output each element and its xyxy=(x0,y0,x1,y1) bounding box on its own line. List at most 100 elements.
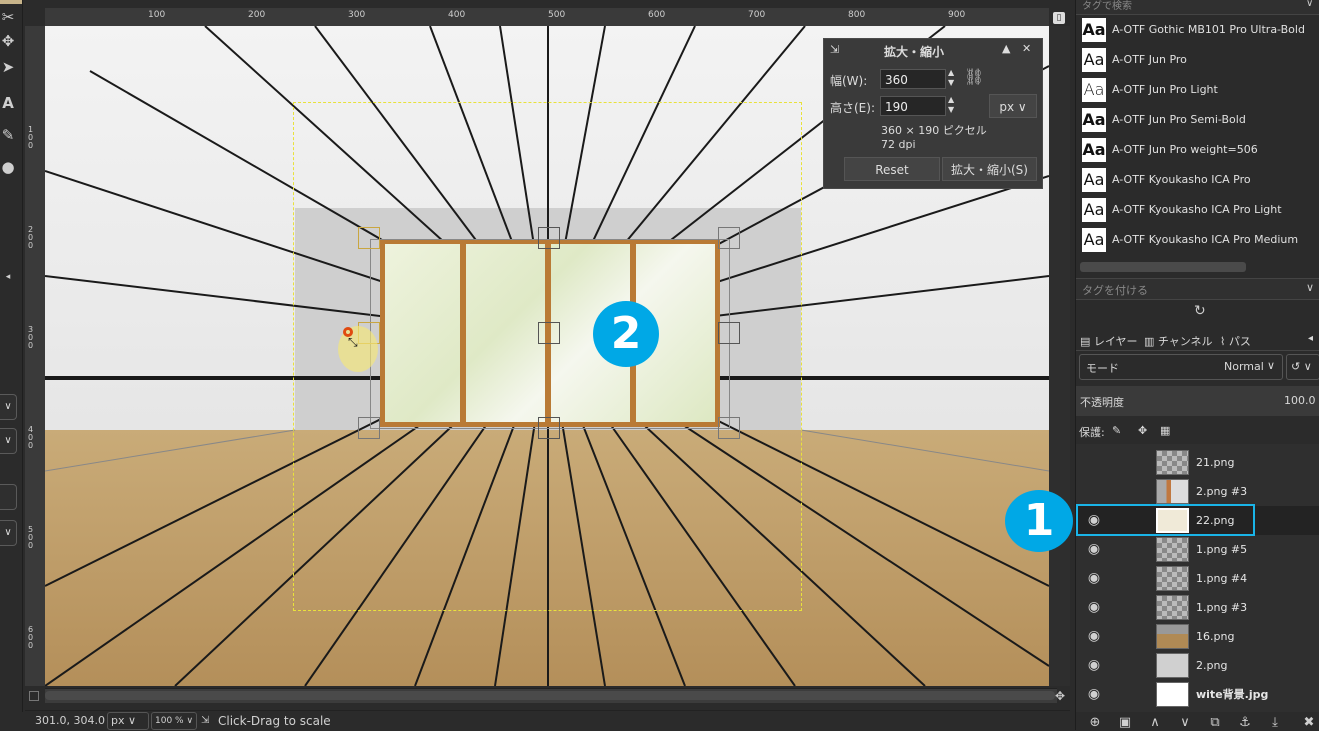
zoom-select[interactable]: 100 % ∨ xyxy=(151,712,197,730)
navigate-icon[interactable]: ✥ xyxy=(1055,689,1065,703)
close-icon[interactable]: ✕ xyxy=(1022,42,1031,55)
scale-tool-status-icon: ⇲ xyxy=(201,715,210,726)
move-tool-icon[interactable]: ✥ xyxy=(0,32,16,50)
font-list-hscroll[interactable] xyxy=(1080,262,1246,272)
zoom-lock-icon[interactable]: ▯ xyxy=(1053,12,1065,24)
panel-menu-icon[interactable]: ◂ xyxy=(0,268,16,286)
layer-row[interactable]: ◉ 1.png #3 xyxy=(1076,593,1319,622)
status-unit-select[interactable]: px ∨ xyxy=(107,712,149,730)
merge-down-icon[interactable]: ⤓ xyxy=(1266,716,1284,730)
layer-row[interactable]: ◉ 1.png #4 xyxy=(1076,564,1319,593)
dodge-burn-icon[interactable]: ● xyxy=(0,158,16,176)
font-item[interactable]: Aa A-OTF Kyoukasho ICA Pro Medium xyxy=(1082,226,1312,254)
refresh-icon[interactable]: ↻ xyxy=(1194,303,1206,319)
tab-menu-icon[interactable]: ◂ xyxy=(1308,333,1313,344)
font-item[interactable]: Aa A-OTF Jun Pro Semi-Bold xyxy=(1082,106,1312,134)
status-bar: 301.0, 304.0 px ∨ 100 % ∨ ⇲ Click-Drag t… xyxy=(25,710,1070,731)
quick-mask-toggle-icon[interactable] xyxy=(29,691,39,701)
font-name: A-OTF Jun Pro Semi-Bold xyxy=(1112,113,1246,126)
eye-icon[interactable]: ◉ xyxy=(1084,628,1104,644)
collapse-icon[interactable]: ▲ xyxy=(1002,42,1010,55)
font-item[interactable]: Aa A-OTF Gothic MB101 Pro Ultra-Bold xyxy=(1082,16,1312,44)
chevron-down-icon: ∨ xyxy=(1267,359,1276,372)
layer-row[interactable]: 21.png xyxy=(1076,448,1319,477)
tool-option-stepper[interactable] xyxy=(0,484,17,510)
eye-icon[interactable]: ◉ xyxy=(1084,686,1104,702)
layer-row[interactable]: ◉ 1.png #5 xyxy=(1076,535,1319,564)
vertical-scrollbar[interactable]: ▯ xyxy=(1049,12,1070,686)
font-item[interactable]: Aa A-OTF Kyoukasho ICA Pro xyxy=(1082,166,1312,194)
layer-row[interactable]: ◉ wite背景.jpg xyxy=(1076,680,1319,709)
ruler-tick-label: 900 xyxy=(948,10,966,20)
anchor-layer-icon[interactable]: ⚓ xyxy=(1236,716,1254,730)
raise-layer-icon[interactable]: ∧ xyxy=(1146,716,1164,730)
new-layer-group-icon[interactable]: ▣ xyxy=(1116,716,1134,730)
ruler-tick-label: 600 xyxy=(648,10,666,20)
tag-search-placeholder: タグで検索 xyxy=(1082,1,1132,12)
font-name: A-OTF Kyoukasho ICA Pro Medium xyxy=(1112,233,1299,246)
font-item[interactable]: Aa A-OTF Kyoukasho ICA Pro Light xyxy=(1082,196,1312,224)
font-item[interactable]: Aa A-OTF Jun Pro weight=506 xyxy=(1082,136,1312,164)
chain-link-icon[interactable]: ⛓ xyxy=(964,69,984,85)
ruler-tick-label: 100 xyxy=(28,125,34,150)
width-stepper-icon[interactable]: ▲ ▼ xyxy=(948,68,954,88)
font-name: A-OTF Kyoukasho ICA Pro Light xyxy=(1112,203,1282,216)
duplicate-layer-icon[interactable]: ⧉ xyxy=(1206,716,1224,730)
opacity-slider[interactable]: 不透明度 100.0 xyxy=(1076,386,1319,416)
tag-search-field[interactable]: タグで検索 ∨ xyxy=(1076,0,1319,15)
zoom-value: 100 % xyxy=(155,716,184,726)
height-stepper-icon[interactable]: ▲ ▼ xyxy=(948,95,954,115)
font-preview: Aa xyxy=(1082,78,1106,102)
tab-layers[interactable]: ▤ レイヤー xyxy=(1080,333,1138,349)
ruler-tick-label: 600 xyxy=(28,625,34,650)
lower-layer-icon[interactable]: ∨ xyxy=(1176,716,1194,730)
layer-row[interactable]: ◉ 16.png xyxy=(1076,622,1319,651)
tab-channels[interactable]: ▥ チャンネル xyxy=(1144,333,1213,349)
paintbrush-icon[interactable]: ✎ xyxy=(0,126,16,144)
ruler-tick-label: 500 xyxy=(548,10,566,20)
height-field[interactable]: 190 xyxy=(880,96,946,116)
tab-label: チャンネル xyxy=(1157,335,1213,348)
ruler-tick-label: 300 xyxy=(28,325,34,350)
eye-icon[interactable]: ◉ xyxy=(1084,657,1104,673)
opacity-value: 100.0 xyxy=(1284,394,1316,407)
size-info: 360 × 190 ピクセル xyxy=(881,124,987,137)
scissors-icon[interactable]: ✂ xyxy=(0,8,16,26)
tab-paths[interactable]: ⌇ パス xyxy=(1220,333,1251,349)
font-name: A-OTF Jun Pro Light xyxy=(1112,83,1218,96)
tool-option-dropdown-3[interactable]: ∨ xyxy=(0,520,17,546)
font-item[interactable]: Aa A-OTF Jun Pro xyxy=(1082,46,1312,74)
eye-icon[interactable]: ◉ xyxy=(1084,541,1104,557)
text-tool-icon[interactable]: A xyxy=(0,94,16,112)
path-tool-icon[interactable]: ➤ xyxy=(0,58,16,76)
delete-layer-icon[interactable]: ✖ xyxy=(1300,716,1318,730)
layer-row[interactable]: 2.png #3 xyxy=(1076,477,1319,506)
opacity-label: 不透明度 xyxy=(1080,396,1124,409)
horizontal-ruler: 100 200 300 400 500 600 700 800 900 xyxy=(45,8,1049,27)
hscroll-thumb[interactable] xyxy=(45,691,1055,700)
tool-option-dropdown-1[interactable]: ∨ xyxy=(0,394,17,420)
tool-option-dropdown-2[interactable]: ∨ xyxy=(0,428,17,454)
lock-position-icon[interactable]: ✥ xyxy=(1138,424,1147,437)
mode-select[interactable]: モード Normal ∨ xyxy=(1079,354,1283,380)
chevron-down-icon[interactable]: ∨ xyxy=(1306,281,1314,294)
unit-select[interactable]: px ∨ xyxy=(989,94,1037,118)
chevron-down-icon[interactable]: ∨ xyxy=(1306,0,1313,9)
layer-row[interactable]: ◉ 2.png xyxy=(1076,651,1319,680)
ruler-tick-label: 400 xyxy=(448,10,466,20)
scale-cursor-icon: ⤡ xyxy=(348,335,358,349)
dock-tabs: ▤ レイヤー ▥ チャンネル ⌇ パス ◂ xyxy=(1076,330,1319,351)
eye-icon[interactable]: ◉ xyxy=(1084,570,1104,586)
lock-alpha-icon[interactable]: ▦ xyxy=(1160,424,1170,437)
composite-mode-button[interactable]: ↺ ∨ xyxy=(1286,354,1319,380)
reset-button[interactable]: Reset xyxy=(844,157,940,181)
tag-attach-field[interactable]: タグを付ける ∨ xyxy=(1076,278,1319,300)
lock-pixels-icon[interactable]: ✎ xyxy=(1112,424,1121,437)
width-field[interactable]: 360 xyxy=(880,69,946,89)
scale-button[interactable]: 拡大・縮小(S) xyxy=(942,157,1037,181)
new-layer-icon[interactable]: ⊕ xyxy=(1086,716,1104,730)
font-item[interactable]: Aa A-OTF Jun Pro Light xyxy=(1082,76,1312,104)
font-name: A-OTF Jun Pro xyxy=(1112,53,1187,66)
horizontal-scrollbar[interactable] xyxy=(45,688,1057,703)
eye-icon[interactable]: ◉ xyxy=(1084,599,1104,615)
